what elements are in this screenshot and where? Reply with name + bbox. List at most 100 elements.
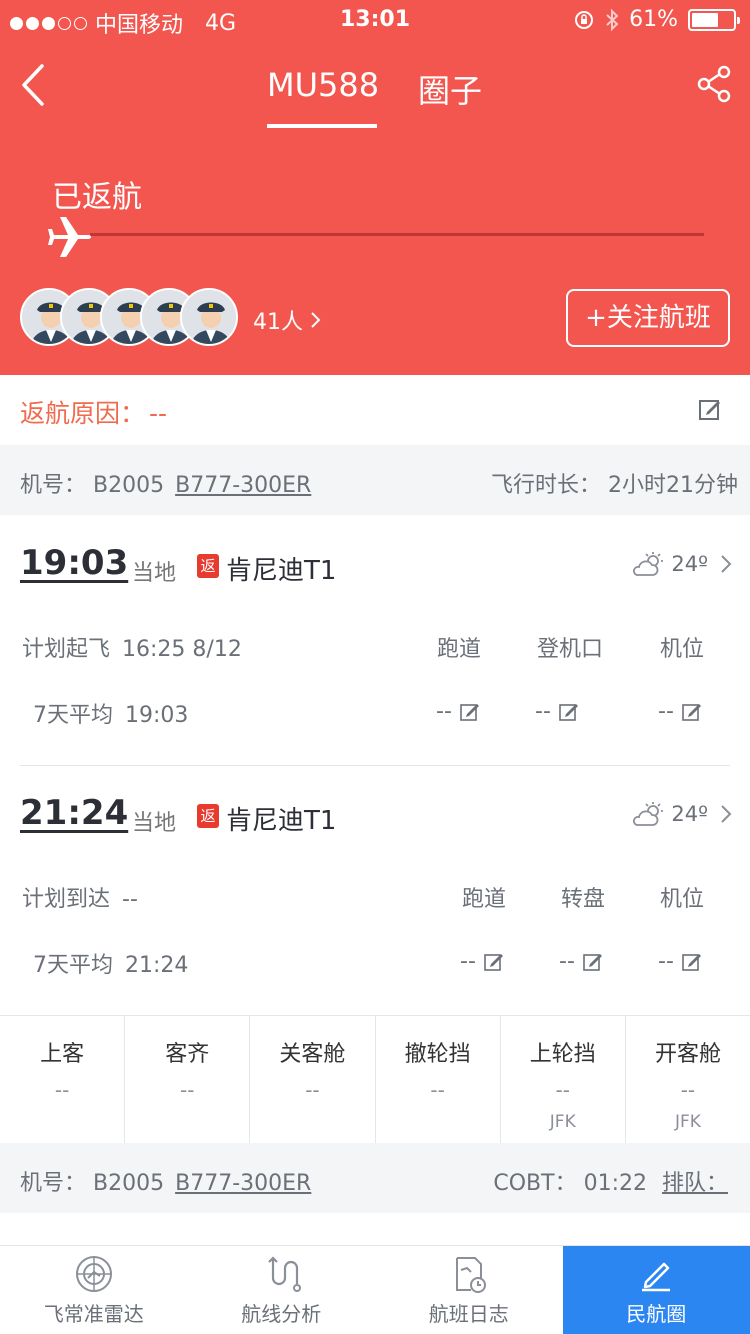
local-time-label: 当地: [132, 811, 177, 836]
follow-flight-button[interactable]: +关注航班: [566, 289, 730, 347]
back-icon[interactable]: [14, 60, 58, 110]
event-close-door: 关客舱 --: [250, 1016, 376, 1143]
seven-day-avg-value: 21:24: [125, 953, 189, 978]
event-sub: JFK: [549, 1112, 576, 1132]
ground-events-grid: 上客 -- 客齐 -- 关客舱 -- 撤轮挡 -- 上轮挡 -- JFK 开客舱…: [0, 1015, 750, 1143]
battery-percent: 61%: [629, 7, 678, 32]
event-boarding-complete: 客齐 --: [125, 1016, 251, 1143]
arrival-block: 21:24 当地 返 肯尼迪T1 24º 计划到达 -- 7天平均 21:24 跑道…: [0, 766, 750, 1015]
arrival-temperature: 24º: [671, 802, 708, 826]
plane-info-bottom: 机号： B2005 B777-300ER COBT： 01:22 排队：: [0, 1143, 750, 1213]
flight-duration: 2小时21分钟: [608, 473, 738, 498]
gate-value[interactable]: --: [535, 699, 579, 724]
tab-radar[interactable]: 飞常准雷达: [0, 1246, 188, 1334]
chevron-right-icon: [721, 555, 732, 573]
event-boarding: 上客 --: [0, 1016, 126, 1143]
duration-label: 飞行时长：: [490, 473, 601, 498]
seven-day-avg-value: 19:03: [125, 703, 189, 728]
scheduled-arrival-value: --: [122, 887, 138, 912]
departure-weather[interactable]: 24º: [633, 551, 732, 577]
return-badge: 返: [197, 554, 219, 578]
edit-icon[interactable]: [682, 952, 702, 972]
pen-icon: [642, 1262, 671, 1292]
tab-aviation-circle[interactable]: 民航圈: [562, 1246, 750, 1334]
runway-value-text: --: [460, 949, 476, 974]
event-chocks-off: 撤轮挡 --: [376, 1016, 501, 1143]
return-reason-row: 返航原因： --: [0, 375, 750, 445]
followers-count: 41人: [253, 310, 303, 335]
event-label: 关客舱: [279, 1042, 346, 1067]
plane-number: B2005: [93, 473, 165, 498]
queue-link[interactable]: 排队：: [662, 1171, 728, 1196]
follower-avatars[interactable]: [20, 288, 238, 348]
plane-info-top: 机号： B2005 B777-300ER 飞行时长： 2小时21分钟: [0, 445, 750, 515]
runway-value[interactable]: --: [436, 699, 480, 724]
return-badge: 返: [197, 804, 219, 828]
runway-label: 跑道: [436, 637, 481, 662]
edit-icon[interactable]: [484, 952, 504, 972]
departure-block: 19:03 当地 返 肯尼迪T1 24º 计划起飞 16:25 8/12 7天平均…: [0, 515, 750, 765]
edit-icon[interactable]: [460, 702, 480, 722]
return-reason-value: --: [149, 399, 168, 428]
followers-link[interactable]: 41人: [253, 304, 322, 336]
stand-label: 机位: [659, 887, 704, 912]
stand-value[interactable]: --: [658, 699, 702, 724]
arrival-time: 21:24: [20, 793, 129, 833]
route-icon: [268, 1256, 302, 1292]
share-icon[interactable]: [696, 64, 732, 104]
tab-route-analysis[interactable]: 航线分析: [188, 1246, 376, 1334]
carousel-value-text: --: [559, 949, 575, 974]
gate-value-text: --: [535, 699, 551, 724]
flight-status: 已返航: [52, 180, 142, 215]
departure-airport[interactable]: 肯尼迪T1: [226, 550, 336, 587]
event-label: 客齐: [165, 1042, 210, 1067]
chevron-right-icon: [721, 805, 732, 823]
edit-icon[interactable]: [583, 952, 603, 972]
arrival-airport[interactable]: 肯尼迪T1: [226, 800, 336, 837]
plane-model-link[interactable]: B777-300ER: [175, 473, 311, 498]
event-sub: JFK: [674, 1112, 701, 1132]
scheduled-departure-label: 计划起飞: [22, 637, 111, 662]
partly-cloudy-icon: [633, 552, 664, 576]
cobt-value: 01:22: [583, 1171, 647, 1196]
scheduled-departure-value: 16:25 8/12: [122, 637, 242, 662]
carousel-value[interactable]: --: [559, 949, 603, 974]
flight-progress: [48, 213, 704, 259]
tab-circle[interactable]: 圈子: [418, 66, 482, 112]
plane-model-link[interactable]: B777-300ER: [175, 1171, 311, 1196]
event-value: --: [305, 1078, 320, 1102]
plane-number: B2005: [93, 1171, 165, 1196]
airplane-icon: [48, 217, 91, 257]
seven-day-avg-label: 7天平均: [33, 953, 113, 978]
avatar: [180, 288, 238, 346]
bluetooth-icon: [606, 8, 619, 31]
status-bar: 中国移动 4G 13:01 61%: [0, 0, 750, 40]
event-value: --: [180, 1078, 195, 1102]
local-time-label: 当地: [132, 561, 177, 586]
cobt-label: COBT：: [493, 1171, 577, 1196]
runway-value[interactable]: --: [460, 949, 504, 974]
plane-number-label: 机号：: [20, 473, 87, 498]
tab-flight-log[interactable]: 航班日志: [375, 1246, 563, 1334]
rotation-lock-icon: [575, 10, 594, 29]
log-icon: [455, 1257, 486, 1293]
event-value: --: [555, 1078, 570, 1102]
arrival-weather[interactable]: 24º: [633, 801, 732, 827]
edit-icon[interactable]: [682, 702, 702, 722]
scheduled-arrival-label: 计划到达: [22, 887, 111, 912]
tab-label: 飞常准雷达: [43, 1302, 144, 1326]
stand-value-text: --: [658, 949, 674, 974]
tab-flight[interactable]: MU588: [267, 66, 379, 128]
tab-label: 航班日志: [428, 1302, 509, 1326]
stand-value[interactable]: --: [658, 949, 702, 974]
edit-icon[interactable]: [698, 397, 722, 421]
bottom-tab-bar: 飞常准雷达 航线分析 航班日志 民航圈: [0, 1245, 750, 1334]
departure-temperature: 24º: [671, 552, 708, 576]
edit-icon[interactable]: [559, 702, 579, 722]
event-value: --: [680, 1078, 696, 1102]
event-label: 撤轮挡: [404, 1042, 471, 1067]
partly-cloudy-icon: [633, 802, 664, 826]
event-label: 开客舱: [654, 1042, 721, 1067]
chevron-right-icon: [311, 312, 321, 328]
event-open-door: 开客舱 -- JFK: [626, 1016, 750, 1143]
